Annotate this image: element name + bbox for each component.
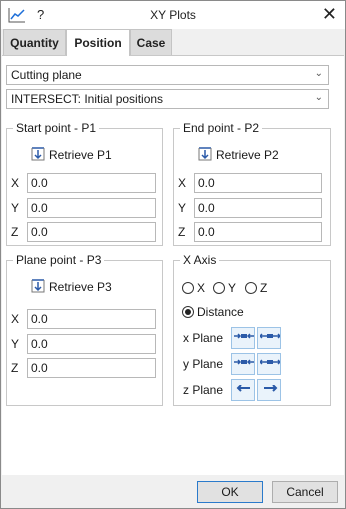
y-label: Y [11,201,20,215]
download-icon [31,147,45,161]
x-axis-title: X Axis [180,253,220,267]
start-point-title: Start point - P1 [13,121,100,135]
end-x-field[interactable]: 0.0 [194,173,322,193]
ok-label: OK [221,485,239,499]
download-icon [198,147,212,161]
radio-circle [182,282,194,294]
x-label: X [11,176,20,190]
intersect-select[interactable]: INTERSECT: Initial positions ⌄ [6,89,329,109]
plane-z-field[interactable]: 0.0 [27,358,156,378]
retrieve-p2-button[interactable]: Retrieve P2 [198,147,279,167]
z-label: Z [11,225,19,239]
start-point-group: Start point - P1 Retrieve P1 X 0.0 Y 0.0… [6,121,163,246]
tab-case[interactable]: Case [130,29,172,55]
x-plane-label: x Plane [183,331,224,345]
z-label: Z [11,361,19,375]
xy-plots-dialog: ? XY Plots ✕ Quantity Position Case Cutt… [0,0,346,509]
arrows-outward-icon [260,359,280,365]
radio-z-label: Z [260,281,268,295]
plane-point-title: Plane point - P3 [13,253,105,267]
chevron-down-icon: ⌄ [314,68,323,79]
radio-circle [245,282,257,294]
start-z-field[interactable]: 0.0 [27,222,156,242]
cancel-label: Cancel [286,485,324,499]
download-icon [31,279,45,293]
retrieve-p3-label: Retrieve P3 [49,280,112,294]
close-button[interactable]: ✕ [322,4,337,24]
end-y-field[interactable]: 0.0 [194,198,322,218]
radio-y-label: Y [228,281,237,295]
cancel-button[interactable]: Cancel [272,481,338,503]
y-label: Y [178,201,187,215]
radio-distance-label: Distance [197,305,244,319]
plane-y-field[interactable]: 0.0 [27,334,156,354]
retrieve-p3-button[interactable]: Retrieve P3 [31,279,112,299]
plane-point-group: Plane point - P3 Retrieve P3 X 0.0 Y 0.0… [6,253,163,406]
arrow-right-icon [264,385,278,392]
chevron-down-icon: ⌄ [314,92,323,103]
intersect-value: INTERSECT: Initial positions [11,92,164,106]
arrow-left-icon [236,385,250,392]
radio-x[interactable]: X [182,281,205,295]
end-point-title: End point - P2 [180,121,263,135]
plane-x-field[interactable]: 0.0 [27,309,156,329]
y-plane-inward-button[interactable] [231,353,255,375]
retrieve-p1-button[interactable]: Retrieve P1 [31,147,112,167]
radio-y[interactable]: Y [213,281,236,295]
dialog-footer: OK Cancel [1,475,345,508]
x-label: X [11,312,20,326]
tab-position[interactable]: Position [66,29,130,56]
x-label: X [178,176,187,190]
y-plane-label: y Plane [183,357,224,371]
radio-distance[interactable]: Distance [182,305,244,319]
plane-type-select[interactable]: Cutting plane ⌄ [6,65,329,85]
retrieve-p1-label: Retrieve P1 [49,148,112,162]
z-plane-right-button[interactable] [257,379,281,401]
window-title: XY Plots [150,8,196,22]
radio-circle-selected [182,306,194,318]
x-plane-outward-button[interactable] [257,327,281,349]
z-plane-left-button[interactable] [231,379,255,401]
radio-x-label: X [197,281,206,295]
arrows-inward-icon [234,359,254,365]
y-plane-outward-button[interactable] [257,353,281,375]
retrieve-p2-label: Retrieve P2 [216,148,279,162]
position-panel: Cutting plane ⌄ INTERSECT: Initial posit… [2,55,344,475]
title-bar: ? XY Plots ✕ [1,1,345,29]
plane-type-value: Cutting plane [11,68,82,82]
x-plane-inward-button[interactable] [231,327,255,349]
radio-circle [213,282,225,294]
z-plane-label: z Plane [183,383,224,397]
tab-quantity[interactable]: Quantity [3,29,66,55]
arrows-inward-icon [234,333,254,339]
y-label: Y [11,337,20,351]
ok-button[interactable]: OK [197,481,263,503]
z-label: Z [178,225,186,239]
end-point-group: End point - P2 Retrieve P2 X 0.0 Y 0.0 Z… [173,121,331,246]
end-z-field[interactable]: 0.0 [194,222,322,242]
x-axis-group: X Axis X Y Z Distance x Plane y Plane z … [173,253,331,406]
arrows-outward-icon [260,333,280,339]
radio-z[interactable]: Z [245,281,267,295]
start-y-field[interactable]: 0.0 [27,198,156,218]
start-x-field[interactable]: 0.0 [27,173,156,193]
